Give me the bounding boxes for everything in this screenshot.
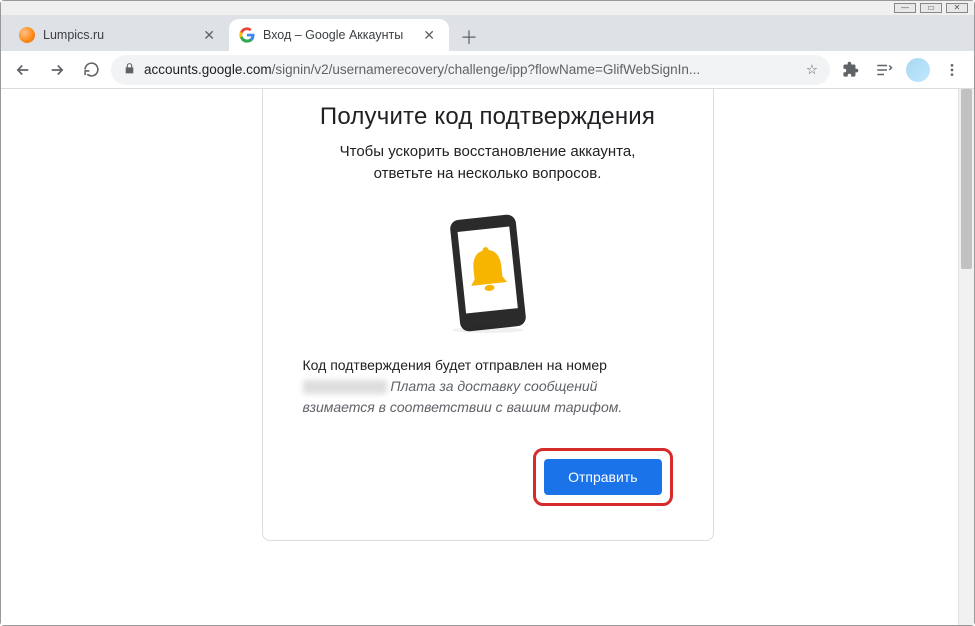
verification-card: Получите код подтверждения Чтобы ускорит…: [262, 89, 714, 541]
google-favicon-icon: [239, 27, 255, 43]
vertical-scrollbar[interactable]: [958, 89, 974, 625]
media-icon[interactable]: [870, 56, 898, 84]
avatar-icon: [906, 58, 930, 82]
url-path: /signin/v2/usernamerecovery/challenge/ip…: [272, 62, 701, 77]
extensions-icon[interactable]: [836, 56, 864, 84]
address-bar[interactable]: accounts.google.com/signin/v2/usernamere…: [111, 55, 830, 85]
back-button[interactable]: [9, 56, 37, 84]
browser-toolbar: accounts.google.com/signin/v2/usernamere…: [1, 51, 974, 89]
send-button[interactable]: Отправить: [544, 459, 661, 495]
annotation-highlight: Отправить: [533, 448, 672, 506]
close-tab-icon[interactable]: ✕: [419, 27, 439, 44]
desc-line1: Код подтверждения будет отправлен на ном…: [303, 357, 607, 373]
new-tab-button[interactable]: ＋: [455, 23, 483, 51]
tab-strip: Lumpics.ru ✕ Вход – Google Аккаунты ✕ ＋: [1, 15, 974, 51]
star-icon[interactable]: ☆: [806, 62, 818, 78]
phone-illustration: [303, 213, 673, 333]
profile-avatar[interactable]: [904, 56, 932, 84]
description-text: Код подтверждения будет отправлен на ном…: [303, 355, 673, 418]
url-domain: accounts.google.com: [144, 62, 272, 77]
orange-favicon-icon: [19, 27, 35, 43]
phone-number-redacted: [303, 380, 387, 394]
card-subheading: Чтобы ускорить восстановление аккаунта, …: [303, 141, 673, 185]
window-title-bar: — ▭ ✕: [1, 1, 974, 15]
card-heading: Получите код подтверждения: [303, 103, 673, 131]
reload-button[interactable]: [77, 56, 105, 84]
browser-tab-google-signin[interactable]: Вход – Google Аккаунты ✕: [229, 19, 449, 51]
window-minimize-button[interactable]: —: [894, 3, 916, 13]
url-text: accounts.google.com/signin/v2/usernamere…: [144, 62, 798, 77]
window-maximize-button[interactable]: ▭: [920, 3, 942, 13]
lock-icon: [123, 62, 136, 78]
tab-title: Вход – Google Аккаунты: [263, 28, 411, 42]
browser-tab-lumpics[interactable]: Lumpics.ru ✕: [9, 19, 229, 51]
tab-title: Lumpics.ru: [43, 28, 191, 42]
button-row: Отправить: [303, 448, 673, 506]
close-tab-icon[interactable]: ✕: [199, 27, 219, 44]
window-close-button[interactable]: ✕: [946, 3, 968, 13]
forward-button[interactable]: [43, 56, 71, 84]
scrollbar-thumb[interactable]: [961, 89, 972, 269]
page-content: Получите код подтверждения Чтобы ускорит…: [1, 89, 974, 625]
menu-button[interactable]: [938, 56, 966, 84]
